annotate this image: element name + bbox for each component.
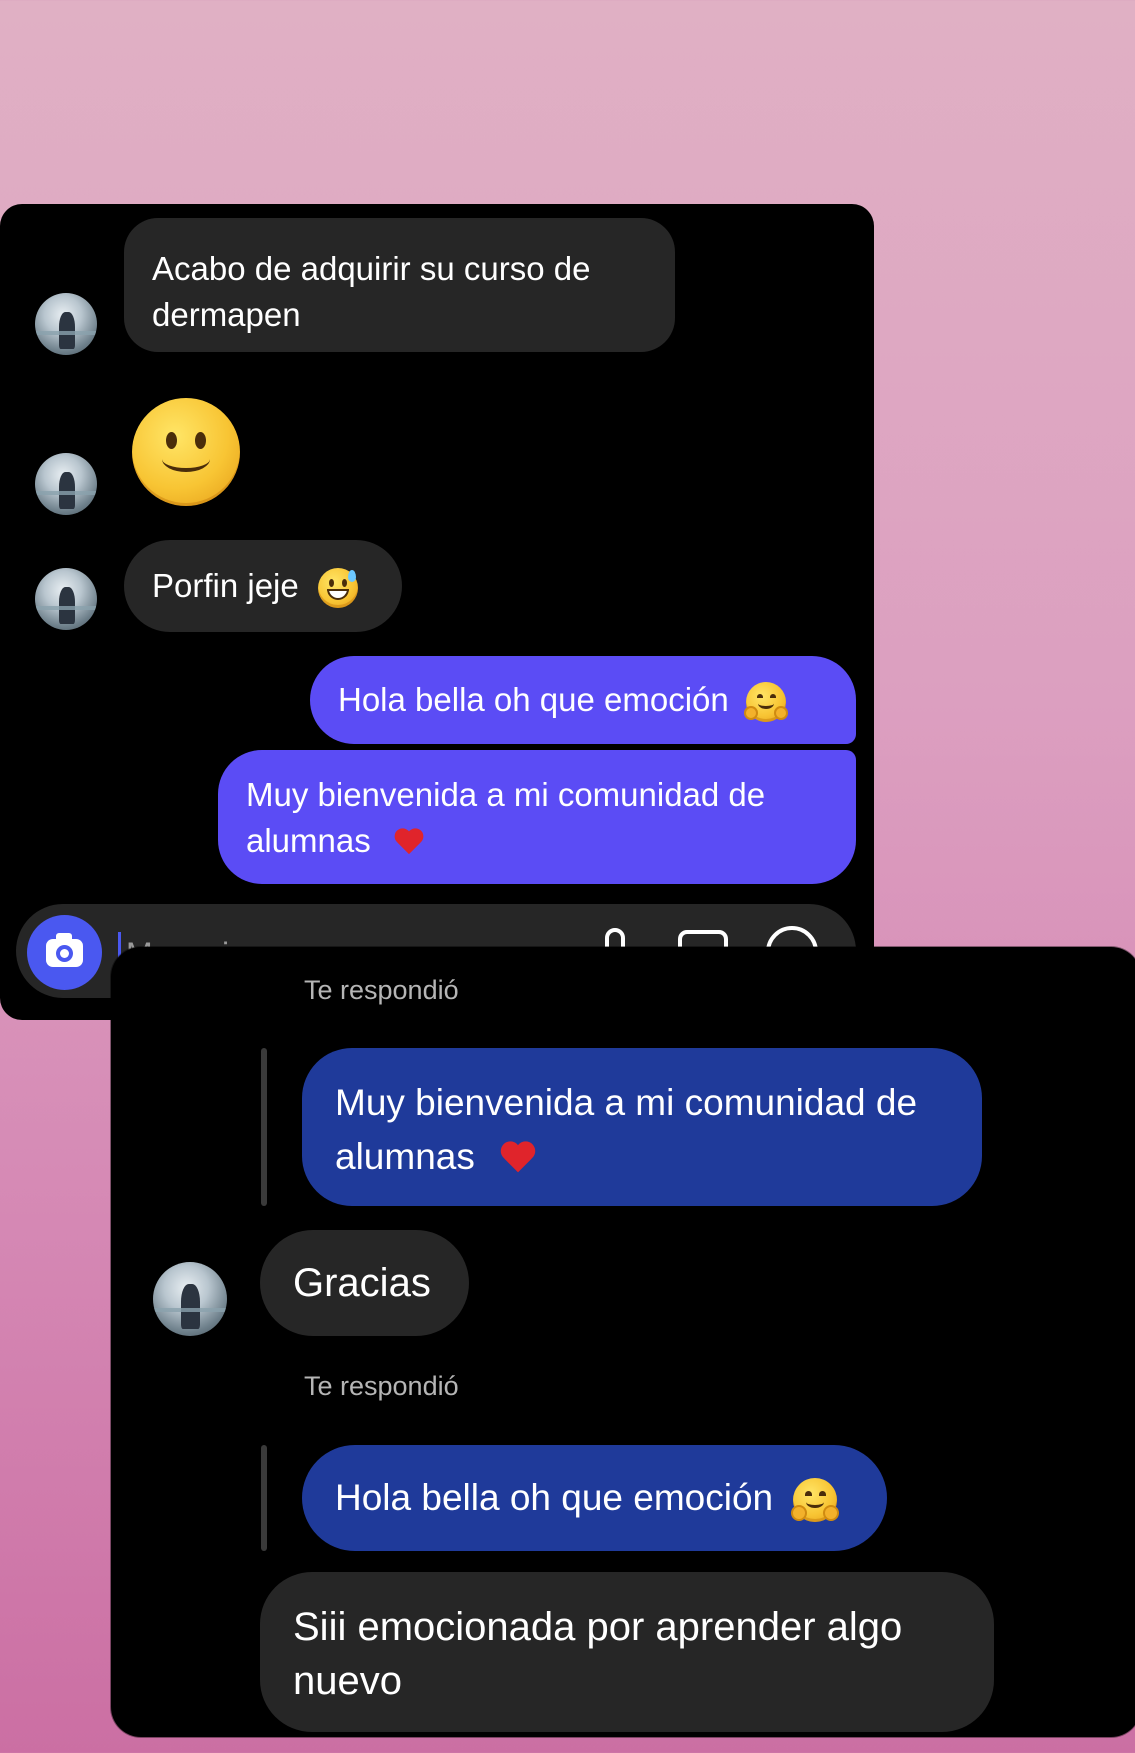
incoming-message-bubble[interactable]: Acabo de adquirir su curso de dermapen [124, 218, 675, 352]
grinning-sweat-face-emoji [317, 568, 358, 609]
slightly-smiling-face-emoji[interactable] [132, 398, 240, 506]
quoted-text-line: Muy bienvenida a mi comunidad de [335, 1082, 918, 1123]
reply-label: Te respondió [304, 975, 459, 1005]
reply-quote-bar [261, 1048, 267, 1206]
chat-screenshot-top: Acabo de adquirir su curso de dermapen P… [0, 204, 874, 1020]
camera-button[interactable] [27, 915, 102, 990]
message-text-line: nuevo [293, 1659, 402, 1703]
red-heart-emoji [394, 829, 424, 857]
quoted-message-bubble[interactable]: Hola bella oh que emoción [302, 1445, 887, 1551]
contact-avatar[interactable] [35, 293, 97, 355]
hugging-face-emoji [791, 1478, 840, 1523]
outgoing-message-bubble[interactable]: Muy bienvenida a mi comunidad de alumnas [218, 750, 856, 884]
quoted-text-line: alumnas [335, 1136, 475, 1177]
contact-avatar[interactable] [35, 568, 97, 630]
chat-screenshot-bottom: Te respondió Muy bienvenida a mi comunid… [111, 947, 1135, 1737]
incoming-message-bubble[interactable]: Siii emocionada por aprender algo nuevo [260, 1572, 994, 1732]
contact-avatar[interactable] [153, 1262, 227, 1336]
incoming-message-bubble[interactable]: Gracias [260, 1230, 469, 1336]
message-text-line: Acabo de adquirir su curso de [152, 250, 591, 287]
message-text: Porfin jeje [152, 567, 299, 604]
camera-icon [46, 933, 83, 967]
message-text-line: dermapen [152, 296, 301, 333]
red-heart-emoji [500, 1142, 536, 1176]
quoted-text: Hola bella oh que emoción [335, 1477, 774, 1518]
quoted-message-bubble[interactable]: Muy bienvenida a mi comunidad de alumnas [302, 1048, 982, 1206]
message-text: Gracias [293, 1261, 431, 1305]
hugging-face-emoji [743, 682, 788, 723]
outgoing-message-bubble[interactable]: Hola bella oh que emoción [310, 656, 856, 744]
contact-avatar[interactable] [35, 453, 97, 515]
reply-quote-bar [261, 1445, 267, 1551]
message-text: Hola bella oh que emoción [338, 681, 729, 718]
message-text-line: alumnas [246, 822, 371, 859]
incoming-message-bubble[interactable]: Porfin jeje [124, 540, 402, 632]
message-text-line: Siii emocionada por aprender algo [293, 1605, 903, 1649]
message-text-line: Muy bienvenida a mi comunidad de [246, 776, 766, 813]
reply-label: Te respondió [304, 1371, 459, 1401]
